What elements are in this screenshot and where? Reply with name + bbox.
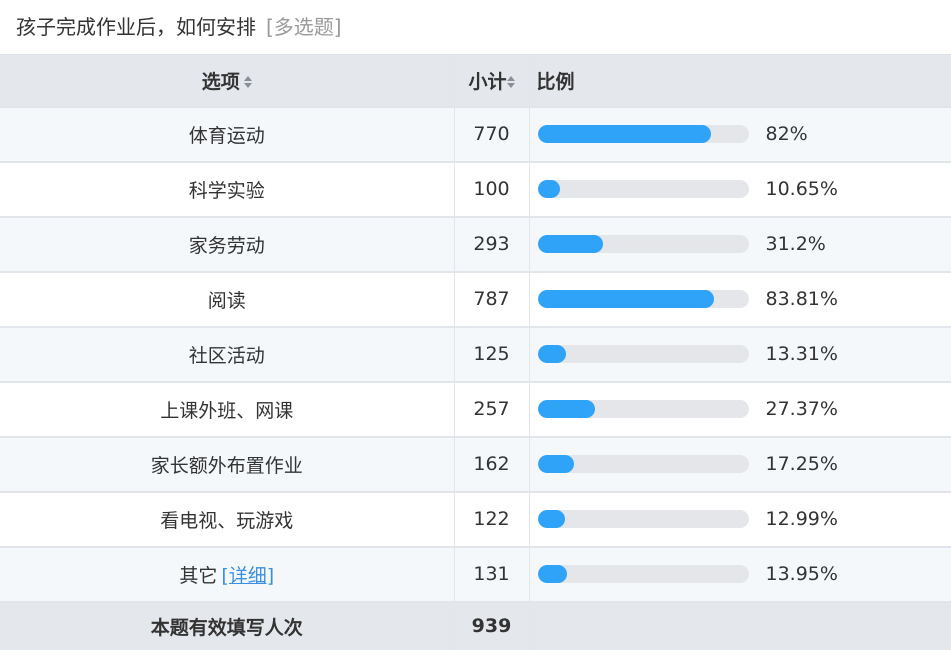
progress-bar-fill [537,455,574,473]
percent-label: 13.95% [765,563,838,585]
progress-bar-track [537,125,749,143]
progress-bar-track [537,455,749,473]
count-cell: 122 [454,491,530,548]
ratio-cell: 13.31% [529,326,951,383]
progress-bar-fill [537,510,565,528]
option-label: 体育运动 [188,124,265,147]
option-cell: 家务劳动 [0,216,455,273]
ratio-cell: 82% [529,106,951,163]
count-column-header[interactable]: 小计 [454,54,530,108]
table-row: 阅读 787 83.81% [0,271,951,328]
table-row: 上课外班、网课 257 27.37% [0,381,951,438]
progress-bar-fill [537,235,604,253]
table-row: 家长额外布置作业 162 17.25% [0,436,951,493]
count-cell: 257 [454,381,530,438]
count-cell: 100 [454,161,530,218]
option-label: 家长额外布置作业 [150,454,303,477]
option-cell: 社区活动 [0,326,455,383]
table-row: 体育运动 770 82% [0,106,951,163]
ratio-cell: 12.99% [529,491,951,548]
progress-bar-track [537,235,749,253]
table-row: 家务劳动 293 31.2% [0,216,951,273]
percent-label: 83.81% [765,288,838,310]
option-cell: 上课外班、网课 [0,381,455,438]
option-label: 其它 [179,564,218,587]
percent-label: 13.31% [765,343,838,365]
summary-row: 本题有效填写人次 939 [0,601,951,650]
sort-icon[interactable] [243,75,252,89]
count-cell: 162 [454,436,530,493]
option-header-label: 选项 [201,70,240,93]
option-cell: 阅读 [0,271,455,328]
option-cell: 家长额外布置作业 [0,436,455,493]
percent-label: 82% [765,123,808,145]
ratio-column-header: 比例 [529,54,951,108]
percent-label: 17.25% [765,453,838,475]
count-cell: 787 [454,271,530,328]
ratio-cell: 17.25% [529,436,951,493]
summary-empty-cell [529,602,951,650]
count-cell: 131 [454,546,530,603]
question-type-tag: [多选题] [266,15,342,39]
question-title-bar: 孩子完成作业后，如何安排 [多选题] [0,0,951,54]
option-label: 科学实验 [188,179,265,202]
progress-bar-track [537,290,749,308]
option-cell: 其它 [详细] [0,546,455,603]
option-label: 社区活动 [188,344,265,367]
option-column-header[interactable]: 选项 [0,54,455,108]
progress-bar-fill [537,345,566,363]
count-cell: 125 [454,326,530,383]
summary-label: 本题有效填写人次 [0,601,455,650]
progress-bar-track [537,510,749,528]
progress-bar-track [537,400,749,418]
ratio-cell: 10.65% [529,161,951,218]
option-cell: 看电视、玩游戏 [0,491,455,548]
count-cell: 770 [454,106,530,163]
question-title: 孩子完成作业后，如何安排 [16,15,256,39]
option-cell: 体育运动 [0,106,455,163]
summary-total: 939 [454,601,530,650]
percent-label: 12.99% [765,508,838,530]
progress-bar-track [537,180,749,198]
percent-label: 27.37% [765,398,838,420]
option-label: 阅读 [207,289,246,312]
option-label: 上课外班、网课 [160,399,294,422]
progress-bar-track [537,565,749,583]
table-row: 社区活动 125 13.31% [0,326,951,383]
sort-icon[interactable] [506,75,515,89]
option-cell: 科学实验 [0,161,455,218]
table-row: 科学实验 100 10.65% [0,161,951,218]
progress-bar-fill [537,400,596,418]
progress-bar-fill [537,125,711,143]
ratio-header-label: 比例 [536,70,575,93]
detail-link[interactable]: [详细] [221,565,274,587]
ratio-cell: 27.37% [529,381,951,438]
option-label: 看电视、玩游戏 [160,509,294,532]
progress-bar-fill [537,290,715,308]
progress-bar-fill [537,565,567,583]
table-row: 看电视、玩游戏 122 12.99% [0,491,951,548]
percent-label: 31.2% [765,233,826,255]
count-cell: 293 [454,216,530,273]
table-row: 其它 [详细] 131 13.95% [0,546,951,603]
count-header-label: 小计 [468,70,507,93]
table-header-row: 选项 小计 比例 [0,54,951,108]
ratio-cell: 13.95% [529,546,951,603]
progress-bar-fill [537,180,560,198]
ratio-cell: 31.2% [529,216,951,273]
ratio-cell: 83.81% [529,271,951,328]
results-table: 选项 小计 比例 体育运动 770 82% 科学实验 100 10.65% 家务劳动 293 3… [0,54,951,650]
percent-label: 10.65% [765,178,838,200]
progress-bar-track [537,345,749,363]
option-label: 家务劳动 [188,234,265,257]
